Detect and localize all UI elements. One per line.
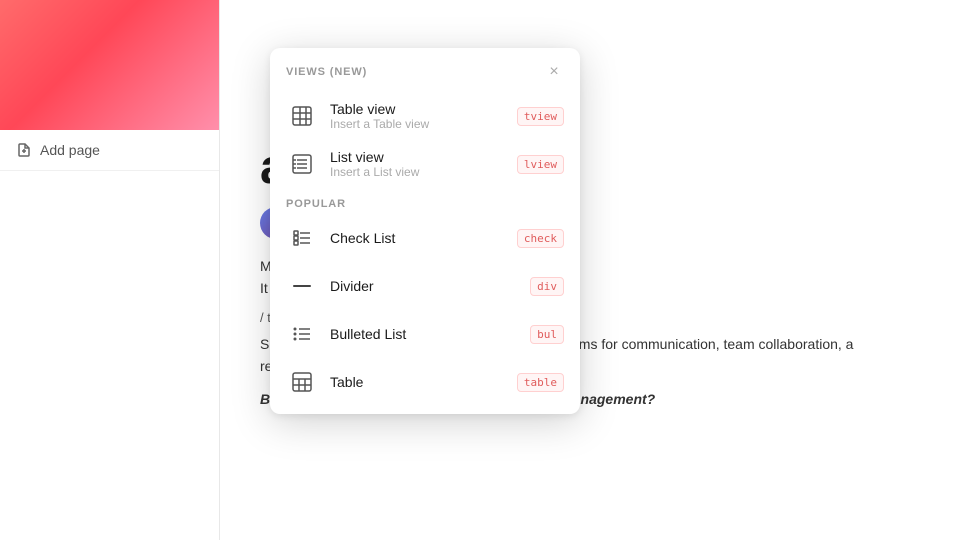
check-list-icon <box>286 222 318 254</box>
check-list-title: Check List <box>330 230 517 246</box>
divider-shortcut: div <box>530 277 564 296</box>
check-list-shortcut: check <box>517 229 564 248</box>
menu-item-bulleted-list[interactable]: Bulleted List bul <box>270 310 580 358</box>
menu-item-list-view[interactable]: List view Insert a List view lview <box>270 140 580 188</box>
close-icon: × <box>549 63 558 81</box>
menu-item-check-list[interactable]: Check List check <box>270 214 580 262</box>
bulleted-list-icon <box>286 318 318 350</box>
bulleted-list-content: Bulleted List <box>330 326 530 342</box>
add-page-label: Add page <box>40 142 100 158</box>
sidebar-top-gradient <box>0 0 219 130</box>
list-view-content: List view Insert a List view <box>330 149 517 179</box>
check-list-content: Check List <box>330 230 517 246</box>
menu-item-divider[interactable]: Divider div <box>270 262 580 310</box>
table-shortcut: table <box>517 373 564 392</box>
popup-header: Views (New) × <box>270 48 580 92</box>
list-view-title: List view <box>330 149 517 165</box>
divider-icon <box>286 270 318 302</box>
popup-title: Views (New) <box>286 66 367 78</box>
bulleted-list-shortcut: bul <box>530 325 564 344</box>
list-view-subtitle: Insert a List view <box>330 165 517 179</box>
menu-item-table-view[interactable]: Table view Insert a Table view tview <box>270 92 580 140</box>
add-page-icon <box>16 142 32 158</box>
popup-close-button[interactable]: × <box>544 62 564 82</box>
divider-line-icon <box>293 285 311 287</box>
menu-item-table[interactable]: Table table <box>270 358 580 406</box>
views-popup: Views (New) × Table view Insert a Table … <box>270 48 580 414</box>
divider-title: Divider <box>330 278 530 294</box>
sidebar: Add page <box>0 0 220 540</box>
table-content: Table <box>330 374 517 390</box>
popular-section-label: Popular <box>270 188 580 214</box>
table-view-icon <box>286 100 318 132</box>
table-icon <box>286 366 318 398</box>
table-view-shortcut: tview <box>517 107 564 126</box>
table-view-title: Table view <box>330 101 517 117</box>
table-title: Table <box>330 374 517 390</box>
bulleted-list-title: Bulleted List <box>330 326 530 342</box>
divider-content: Divider <box>330 278 530 294</box>
list-view-icon <box>286 148 318 180</box>
list-view-shortcut: lview <box>517 155 564 174</box>
table-view-content: Table view Insert a Table view <box>330 101 517 131</box>
table-view-subtitle: Insert a Table view <box>330 117 517 131</box>
add-page-button[interactable]: Add page <box>0 130 219 171</box>
